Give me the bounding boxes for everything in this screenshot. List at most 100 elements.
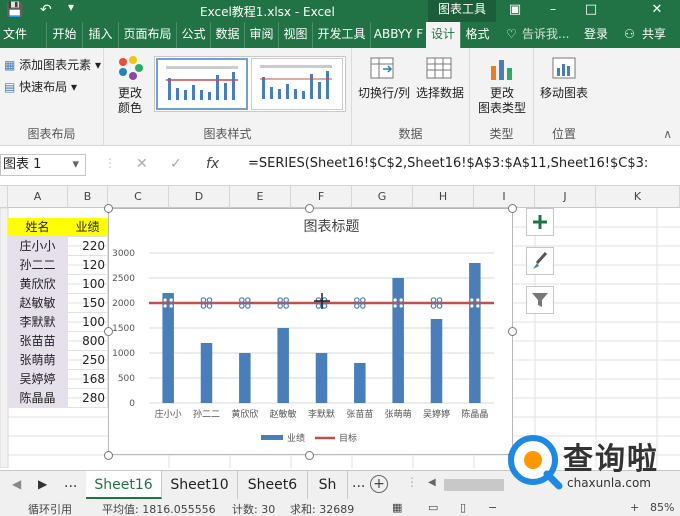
more-sheets-right[interactable]: ...	[352, 475, 365, 491]
zoom-level[interactable]: 85%	[650, 501, 674, 514]
sheet-tab-sheet6[interactable]: Sheet6	[238, 471, 308, 499]
tab-formulas[interactable]: 公式	[176, 22, 210, 48]
sheet-tab-sheet10[interactable]: Sheet10	[162, 471, 238, 499]
chart-style-2[interactable]	[251, 58, 343, 110]
tell-me-box[interactable]: 告诉我...	[522, 22, 569, 48]
chart-filters-button[interactable]	[526, 286, 554, 314]
name-box-dropdown-icon[interactable]: ▾	[72, 155, 79, 175]
horizontal-scrollbar[interactable]	[444, 479, 504, 491]
tab-view[interactable]: 视图	[278, 22, 312, 48]
table-cell-name[interactable]: 张苗苗	[8, 332, 68, 351]
resize-handle[interactable]	[508, 327, 517, 336]
tab-file[interactable]: 文件	[0, 22, 30, 48]
minimize-icon[interactable]: –	[536, 0, 570, 22]
hscroll-left-icon[interactable]: ◀	[428, 477, 436, 488]
table-cell-name[interactable]: 张萌萌	[8, 351, 68, 370]
chart-area[interactable]: 图表标题 0 500 1000 1500 2000 2500 3000 庄小小 孙二二 黄欣欣 赵敏敏…	[108, 208, 513, 455]
group-location: 移动图表 位置	[534, 48, 594, 146]
add-chart-element-button[interactable]: ▦ 添加图表元素 ▾	[4, 56, 101, 73]
add-element-icon: ▦	[4, 58, 16, 72]
enter-icon[interactable]: ✓	[170, 156, 182, 172]
collapse-ribbon-icon[interactable]: ∧	[663, 127, 672, 141]
ribbon-options-icon[interactable]: ▣	[498, 0, 532, 22]
line-point-handle	[162, 303, 168, 309]
insert-function-icon[interactable]: fx	[206, 156, 219, 172]
table-cell-value[interactable]: 100	[68, 313, 108, 332]
resize-handle[interactable]	[104, 327, 113, 336]
x-tick-label: 吴婷婷	[423, 408, 450, 420]
line-point-handle	[354, 303, 360, 309]
page-layout-view-icon[interactable]: ▭	[428, 501, 438, 514]
select-data-button[interactable]: 选择数据	[414, 54, 466, 101]
header-cell-value[interactable]: 业绩	[68, 218, 108, 237]
chart-styles-button[interactable]	[526, 247, 554, 275]
chart-style-1[interactable]	[156, 58, 248, 110]
zoom-out-icon[interactable]: −	[488, 501, 497, 514]
tab-developer[interactable]: 开发工具	[312, 22, 370, 48]
add-sheet-icon[interactable]: +	[370, 475, 388, 493]
table-cell-value[interactable]: 120	[68, 256, 108, 275]
prev-sheet-icon[interactable]: ◀	[12, 477, 21, 491]
sheet-scroll-grip[interactable]: ⋮	[406, 475, 418, 489]
tab-data[interactable]: 数据	[210, 22, 244, 48]
table-cell-value[interactable]: 168	[68, 370, 108, 389]
tab-review[interactable]: 审阅	[244, 22, 278, 48]
zoom-in-icon[interactable]: +	[630, 501, 639, 514]
sheet-tab-sheet16[interactable]: Sheet16	[86, 471, 162, 499]
page-break-view-icon[interactable]: ▯	[460, 501, 466, 514]
move-chart-button[interactable]: 移动图表	[536, 54, 592, 101]
bar	[162, 293, 174, 403]
table-cell-value[interactable]: 150	[68, 294, 108, 313]
next-sheet-icon[interactable]: ▶	[38, 477, 47, 491]
header-cell-name[interactable]: 姓名	[8, 218, 68, 237]
maximize-icon[interactable]: □	[574, 0, 608, 22]
combo-chart[interactable]: 图表标题 0 500 1000 1500 2000 2500 3000 庄小小 孙二二 黄欣欣 赵敏敏…	[109, 209, 512, 454]
chart-elements-button[interactable]	[526, 208, 554, 236]
tab-page-layout[interactable]: 页面布局	[118, 22, 176, 48]
select-data-icon	[425, 54, 455, 82]
quick-layout-button[interactable]: ▤ 快速布局 ▾	[4, 78, 77, 95]
line-point-handle	[360, 303, 366, 309]
resize-handle[interactable]	[305, 204, 314, 213]
tab-home[interactable]: 开始	[46, 22, 82, 48]
table-cell-name[interactable]: 陈晶晶	[8, 389, 68, 408]
table-cell-name[interactable]: 黄欣欣	[8, 275, 68, 294]
table-cell-value[interactable]: 250	[68, 351, 108, 370]
cancel-icon[interactable]: ✕	[136, 156, 148, 172]
tab-abbyy[interactable]: ABBYY F	[370, 22, 426, 48]
change-colors-button[interactable]: 更改 颜色	[110, 54, 150, 116]
more-sheets-left[interactable]: ...	[64, 475, 77, 491]
line-point-handle	[245, 303, 251, 309]
share-button[interactable]: 共享	[642, 22, 666, 48]
switch-row-column-button[interactable]: 切换行/列	[356, 54, 412, 101]
change-chart-type-button[interactable]: 更改 图表类型	[474, 54, 530, 116]
resize-handle[interactable]	[104, 204, 113, 213]
undo-dropdown-icon[interactable]: ▾	[68, 0, 74, 14]
sheet-tab-partial[interactable]: Sh	[308, 471, 348, 499]
resize-handle[interactable]	[508, 204, 517, 213]
table-cell-name[interactable]: 赵敏敏	[8, 294, 68, 313]
move-chart-icon	[549, 54, 579, 82]
table-cell-name[interactable]: 庄小小	[8, 237, 68, 256]
resize-handle[interactable]	[305, 451, 314, 460]
table-cell-value[interactable]: 220	[68, 237, 108, 256]
status-count: 计数: 30	[232, 503, 276, 516]
table-cell-name[interactable]: 孙二二	[8, 256, 68, 275]
table-cell-value[interactable]: 280	[68, 389, 108, 408]
undo-icon[interactable]: ↶	[40, 2, 52, 18]
table-cell-value[interactable]: 800	[68, 332, 108, 351]
table-cell-value[interactable]: 100	[68, 275, 108, 294]
table-cell-name[interactable]: 吴婷婷	[8, 370, 68, 389]
resize-handle[interactable]	[104, 451, 113, 460]
table-cell-name[interactable]: 李默默	[8, 313, 68, 332]
tab-design[interactable]: 设计	[426, 22, 460, 48]
y-tick-label: 3000	[112, 249, 135, 259]
save-icon[interactable]: 💾	[6, 2, 23, 18]
close-icon[interactable]: ✕	[640, 0, 674, 22]
tab-format[interactable]: 格式	[460, 22, 494, 48]
name-box[interactable]: 图表 1 ▾	[0, 154, 86, 176]
sign-in-link[interactable]: 登录	[584, 22, 608, 48]
tab-insert[interactable]: 插入	[82, 22, 118, 48]
formula-input[interactable]: =SERIES(Sheet16!$C$2,Sheet16!$A$3:$A$11,…	[248, 156, 648, 171]
normal-view-icon[interactable]: ▦	[392, 501, 402, 514]
